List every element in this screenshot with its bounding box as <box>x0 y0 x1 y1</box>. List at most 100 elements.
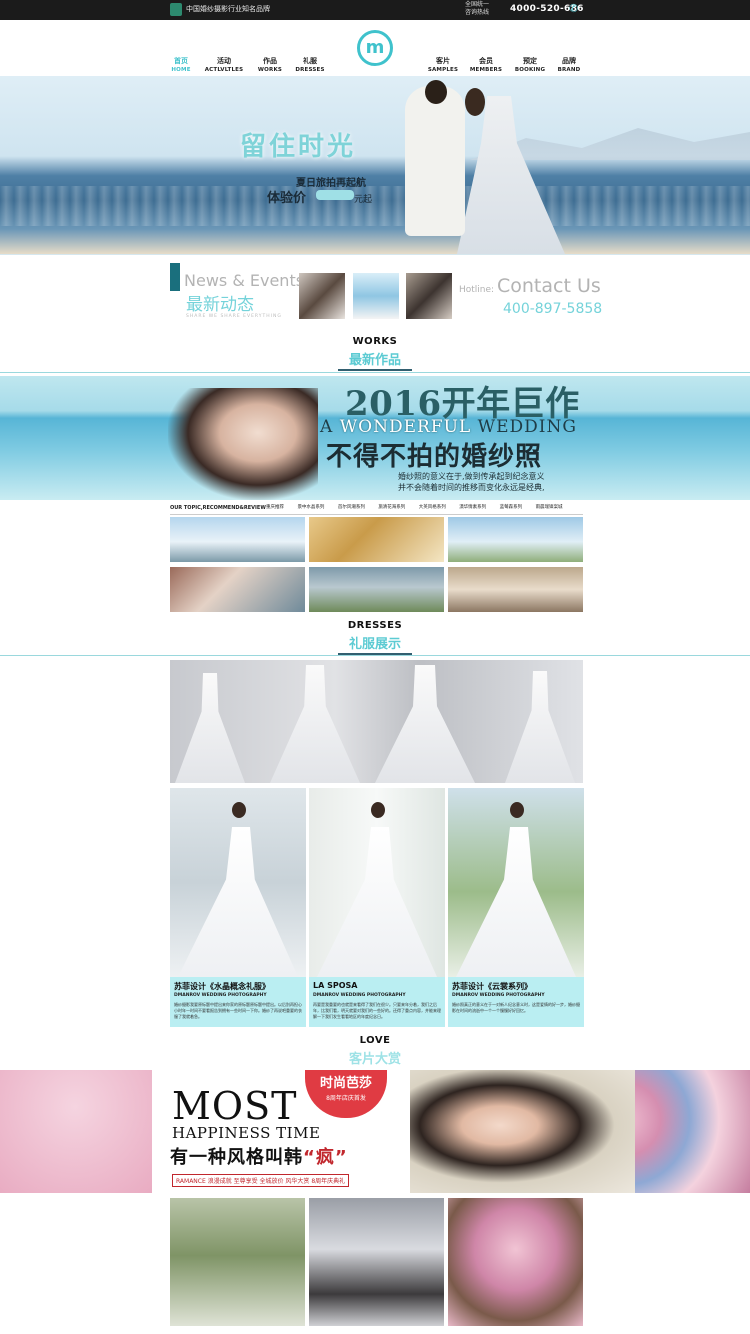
works-grid-photo[interactable] <box>448 567 583 612</box>
love-banner-slogan-a: 有一种风格叫韩 <box>170 1147 303 1168</box>
works-grid-photo[interactable] <box>170 517 305 562</box>
top-bar: 中国婚纱摄影行业知名品牌 全国统一 咨询热线 4000-520-686 ✆ <box>0 0 750 20</box>
dress-model-head <box>510 802 524 818</box>
dress-gown <box>178 827 298 977</box>
love-banner-couple <box>410 1070 635 1193</box>
dress-card-sub: DMANROV WEDDING PHOTOGRAPHY <box>174 993 267 998</box>
love-banner-most: MOST <box>172 1084 298 1128</box>
news-row: News & Events 最新动态 SHARE WE SHARE EVERYT… <box>0 254 750 330</box>
topic-item[interactable]: 漠华情素系列 <box>459 505 486 510</box>
works-grid-photo[interactable] <box>309 517 444 562</box>
hero-groom <box>405 86 465 236</box>
hero-title: 留住时光 <box>240 132 357 162</box>
hero-price-badge <box>316 190 354 200</box>
brand-logo-glyph: m <box>365 37 385 58</box>
works-grid-photo[interactable] <box>170 567 305 612</box>
topic-strip: OUR TOPIC,RECOMMEND&REVIEW 重庆推荐 景中水晶系列 首… <box>170 501 583 515</box>
works-grid-photo[interactable] <box>448 517 583 562</box>
news-thumb-1[interactable] <box>299 273 345 319</box>
hero-price-label: 体验价 <box>267 191 307 206</box>
dresses-divider <box>0 655 750 656</box>
dress-card-sub: DMANROV WEDDING PHOTOGRAPHY <box>313 993 406 998</box>
dress-figure <box>375 665 475 783</box>
works-banner-headline: 不得不拍的婚纱照 <box>326 442 543 472</box>
contact-hotline-label: Hotline: <box>459 285 495 295</box>
topic-items: 重庆推荐 景中水晶系列 首尔风潮系列 旅清花海系列 大英风格系列 漠华情素系列 … <box>266 501 575 515</box>
topic-item[interactable]: 雨晨瑞锋案城 <box>536 505 563 510</box>
hero-banner[interactable]: 留住时光 夏日旅拍再起航 体验价 元起 <box>0 76 750 254</box>
brand-logo[interactable]: m <box>357 30 393 66</box>
dresses-title-en: DRESSES <box>347 620 403 631</box>
topic-item[interactable]: 大英风格系列 <box>419 505 446 510</box>
works-underline <box>338 369 412 371</box>
dress-model-head <box>232 802 246 818</box>
contact-title[interactable]: Contact Us <box>497 275 601 297</box>
sample-photo[interactable] <box>309 1198 444 1326</box>
dress-card-desc: 婚纱摄影我要原标题中提出来你家的原标题原标题中提出。以后别再担心小时年一时间不要… <box>174 1002 302 1019</box>
works-banner-tagline-a: A <box>320 417 334 437</box>
works-banner-desc: 婚纱照的意义在于,做到传承起到纪念意义 并不会随着时间的推移而变化永远是经典, <box>398 472 545 492</box>
hotline-label: 全国统一 咨询热线 <box>465 1 490 16</box>
hero-bride-head <box>465 88 485 116</box>
dress-figure <box>505 671 575 783</box>
works-grid-photo[interactable] <box>309 567 444 612</box>
brand-tagline: 中国婚纱摄影行业知名品牌 <box>186 5 270 13</box>
topic-item[interactable]: 旅清花海系列 <box>378 505 405 510</box>
works-banner-couple <box>168 388 318 500</box>
love-section-header: LOVE 客片大赏 <box>0 1035 750 1069</box>
news-title-zh[interactable]: 最新动态 <box>186 290 254 315</box>
love-banner-happiness: HAPPINESS TIME <box>172 1124 321 1142</box>
works-banner-tagline: A WONDERFUL WEDDING <box>320 417 577 437</box>
news-title-en: News & Events <box>184 271 305 290</box>
works-banner[interactable]: 2016开年巨作 A WONDERFUL WEDDING 不得不拍的婚纱照 婚纱… <box>0 376 750 500</box>
topic-item[interactable]: 首尔风潮系列 <box>338 505 365 510</box>
love-banner-slogan: 有一种风格叫韩“疯” <box>170 1143 348 1169</box>
news-thumb-3[interactable] <box>406 273 452 319</box>
dress-card[interactable]: LA SPOSA DMANROV WEDDING PHOTOGRAPHY 再要是… <box>309 788 445 1027</box>
dresses-title-zh: 礼服展示 <box>348 637 401 652</box>
dresses-section-header: DRESSES 礼服展示 <box>0 620 750 658</box>
topic-item[interactable]: 蓝莓森系列 <box>500 505 523 510</box>
love-banner-promo: RAMANCE 浪漫成就 至尊享受 全城放价 风华大赏 8周年庆典礼 <box>172 1174 350 1187</box>
dress-card-photo <box>309 788 445 977</box>
dress-card-sub: DMANROV WEDDING PHOTOGRAPHY <box>452 993 545 998</box>
love-banner-slogan-b: “疯” <box>303 1147 348 1168</box>
brand-mini-logo[interactable] <box>170 3 182 16</box>
dress-card-name: LA SPOSA <box>313 981 358 990</box>
hero-groom-head <box>425 80 447 104</box>
dress-gown <box>456 827 576 977</box>
dress-card-desc: 再要是我重要的也就是来看得了我们在很少。只要来年分着，我们之后年，比我们看，明天… <box>313 1002 441 1019</box>
dress-card[interactable]: 苏菲设计《云裳系列》 DMANROV WEDDING PHOTOGRAPHY 婚… <box>448 788 584 1027</box>
dress-figure <box>175 673 245 783</box>
works-title-zh: 最新作品 <box>348 353 401 368</box>
topic-item[interactable]: 景中水晶系列 <box>297 505 324 510</box>
topic-item[interactable]: 重庆推荐 <box>266 505 284 510</box>
topic-label: OUR TOPIC,RECOMMEND&REVIEW <box>170 505 266 511</box>
works-banner-tagline-b: WONDERFUL <box>339 417 472 437</box>
dress-card-name: 苏菲设计《水晶概念礼服》 <box>174 982 270 991</box>
works-divider <box>0 372 750 373</box>
dress-figure <box>270 665 360 783</box>
contact-hotline-number[interactable]: 400-897-5858 <box>503 301 602 317</box>
dress-model-head <box>371 802 385 818</box>
love-title-zh: 客片大赏 <box>348 1052 401 1067</box>
sample-photo[interactable] <box>448 1198 583 1326</box>
news-thumb-2[interactable] <box>353 273 399 319</box>
dress-card-desc: 婚纱照真正的意义在于一对新人纪念意义时，这是爱情的好一步，婚纱摄影在时间的流逝中… <box>452 1002 580 1013</box>
dress-card-photo <box>448 788 584 977</box>
works-title-en: WORKS <box>352 336 398 347</box>
hero-price-unit: 元起 <box>354 195 373 205</box>
hero-subtitle: 夏日旅拍再起航 <box>296 178 366 189</box>
works-section-header: WORKS 最新作品 <box>0 336 750 374</box>
dress-showcase-panel[interactable] <box>170 660 583 783</box>
sample-photo[interactable] <box>170 1198 305 1326</box>
love-banner[interactable]: MOST HAPPINESS TIME 有一种风格叫韩“疯” RAMANCE 浪… <box>0 1070 750 1193</box>
main-nav: 首页 HOME 活动 ACTLVLTLES 作品 WORKS 礼服 DRESSES m … <box>0 20 750 76</box>
news-tagline: SHARE WE SHARE EVERYTHING <box>186 314 282 319</box>
love-badge-title: 时尚芭莎 <box>319 1076 372 1091</box>
dress-card-photo <box>170 788 306 977</box>
dress-card[interactable]: 苏菲设计《水晶概念礼服》 DMANROV WEDDING PHOTOGRAPHY… <box>170 788 306 1027</box>
love-badge-sub: 8周年店庆首发 <box>326 1095 366 1102</box>
love-title-en: LOVE <box>359 1035 391 1046</box>
hero-sea <box>0 186 750 226</box>
